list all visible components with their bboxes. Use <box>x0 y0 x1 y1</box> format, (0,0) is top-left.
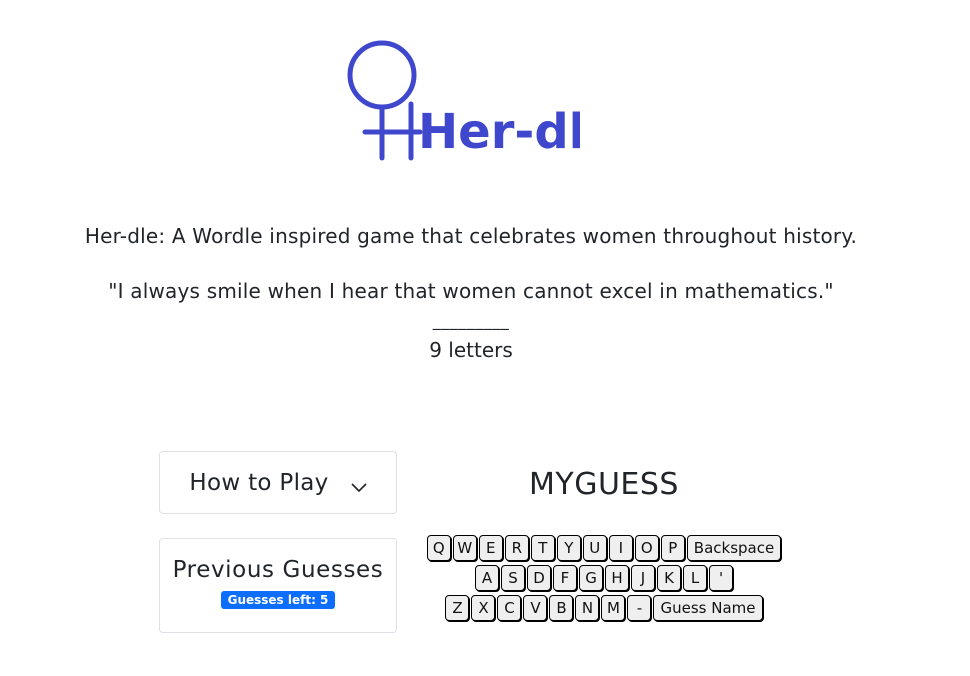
key-u[interactable]: U <box>582 535 607 561</box>
key-x[interactable]: X <box>471 595 496 621</box>
how-to-play-label: How to Play <box>189 469 329 496</box>
key-p[interactable]: P <box>660 535 685 561</box>
key-a[interactable]: A <box>475 565 499 591</box>
keyboard-row-2: A S D F G H J K L ' <box>424 565 784 591</box>
key-s[interactable]: S <box>501 565 525 591</box>
page: Her-dle Her-dle: A Wordle inspired game … <box>0 0 970 676</box>
previous-guesses-title: Previous Guesses <box>172 557 384 583</box>
key-z[interactable]: Z <box>445 595 470 621</box>
key-apostrophe[interactable]: ' <box>709 565 733 591</box>
key-f[interactable]: F <box>553 565 577 591</box>
key-v[interactable]: V <box>523 595 548 621</box>
key-h[interactable]: H <box>605 565 629 591</box>
current-guess: MYGUESS <box>529 467 679 502</box>
key-y[interactable]: Y <box>556 535 581 561</box>
key-i[interactable]: I <box>608 535 633 561</box>
key-w[interactable]: W <box>452 535 477 561</box>
key-e[interactable]: E <box>478 535 503 561</box>
answer-blanks: _________ <box>432 311 510 330</box>
key-t[interactable]: T <box>530 535 555 561</box>
letters-count: 9 letters <box>429 338 513 362</box>
key-k[interactable]: K <box>657 565 681 591</box>
how-to-play-toggle[interactable]: How to Play <box>159 451 397 514</box>
chevron-down-icon <box>351 478 367 492</box>
key-b[interactable]: B <box>549 595 574 621</box>
key-r[interactable]: R <box>504 535 529 561</box>
herdle-logo: Her-dle <box>345 38 580 163</box>
key-l[interactable]: L <box>683 565 707 591</box>
key-j[interactable]: J <box>631 565 655 591</box>
guesses-left-badge: Guesses left: 5 <box>220 591 336 609</box>
backspace-key[interactable]: Backspace <box>686 535 782 561</box>
key-q[interactable]: Q <box>426 535 451 561</box>
previous-guesses-panel[interactable]: Previous Guesses Guesses left: 5 <box>159 538 397 633</box>
key-o[interactable]: O <box>634 535 659 561</box>
logo-wordmark: Her-dle <box>418 104 580 160</box>
key-g[interactable]: G <box>579 565 603 591</box>
key-n[interactable]: N <box>575 595 600 621</box>
key-c[interactable]: C <box>497 595 522 621</box>
key-d[interactable]: D <box>527 565 551 591</box>
guess-name-button[interactable]: Guess Name <box>653 595 763 621</box>
key-hyphen[interactable]: - <box>627 595 652 621</box>
tagline: Her-dle: A Wordle inspired game that cel… <box>84 224 858 248</box>
hint-quote: "I always smile when I hear that women c… <box>108 279 834 303</box>
keyboard-row-3: Z X C V B N M - Guess Name <box>424 595 784 621</box>
keyboard-row-1: Q W E R T Y U I O P Backspace <box>424 535 784 561</box>
key-m[interactable]: M <box>601 595 626 621</box>
